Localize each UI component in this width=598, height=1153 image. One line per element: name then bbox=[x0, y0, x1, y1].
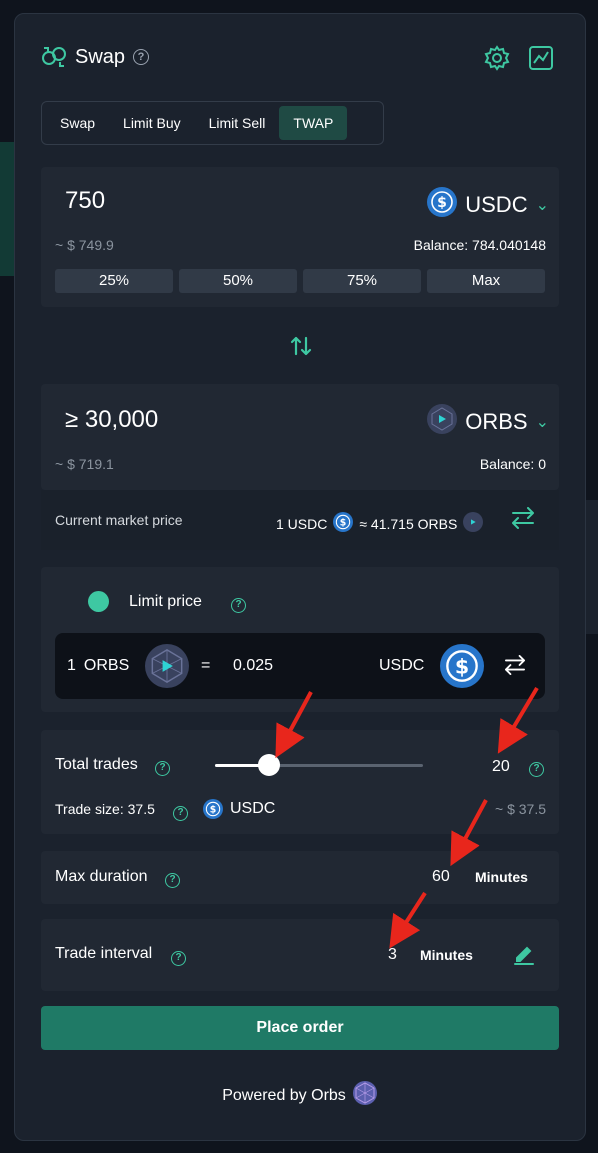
annotation-arrow bbox=[275, 691, 313, 759]
annotation-arrows bbox=[275, 686, 539, 949]
annotation-arrow bbox=[389, 891, 427, 949]
annotation-arrow bbox=[450, 799, 488, 867]
annotation-arrow bbox=[497, 686, 539, 754]
